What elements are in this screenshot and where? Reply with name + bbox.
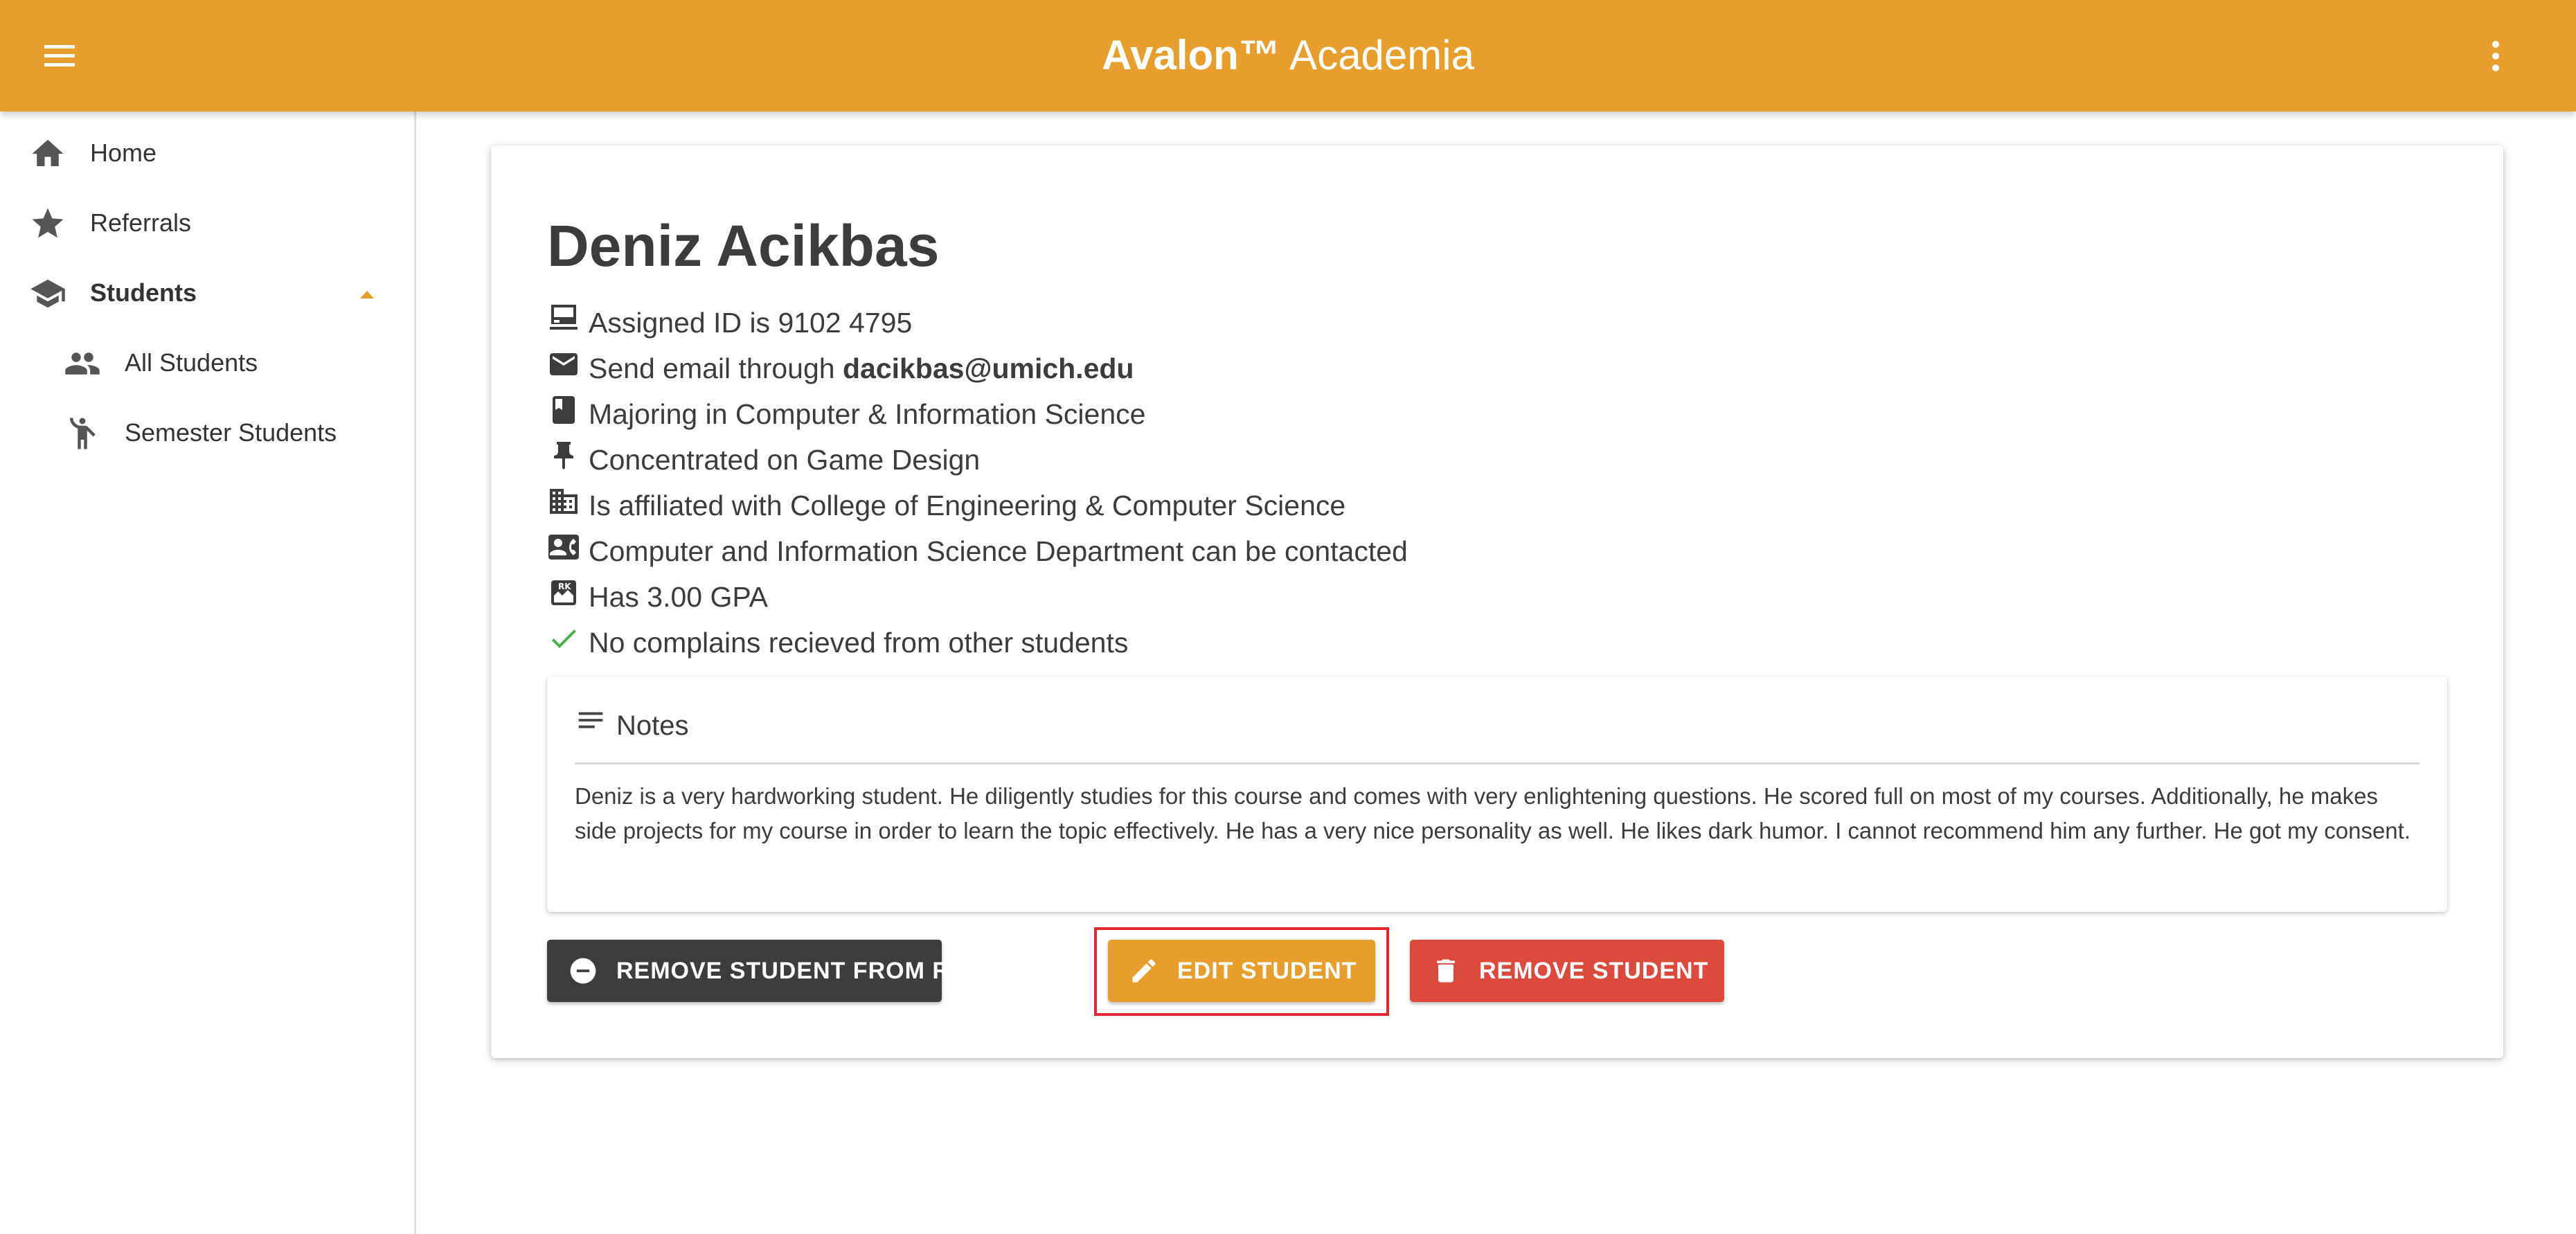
button-label: REMOVE STUDENT — [1479, 958, 1709, 984]
contact-card-icon — [547, 530, 580, 564]
sidebar-item-semester-students[interactable]: Semester Students — [0, 398, 414, 467]
star-icon — [29, 205, 66, 242]
building-icon — [547, 485, 580, 518]
info-text: Computer and Information Science Departm… — [589, 535, 1408, 567]
app-title-brand: Avalon™ — [1102, 32, 1280, 78]
sidebar-item-label: All Students — [125, 348, 258, 377]
app-bar: Avalon™ Academia — [0, 0, 2576, 111]
info-row-id: Assigned ID is 9102 4795 — [547, 301, 1932, 346]
info-text: Has 3.00 GPA — [589, 581, 769, 613]
notes-icon — [575, 704, 607, 736]
remove-from-referrals-button[interactable]: REMOVE STUDENT FROM REFERRALS — [547, 940, 1082, 1002]
button-label: EDIT STUDENT — [1177, 958, 1357, 984]
notes-panel: Notes Deniz is a very hardworking studen… — [547, 677, 2447, 912]
app-title: Avalon™ Academia — [0, 28, 2576, 83]
info-text: Is affiliated with College of Engineerin… — [589, 490, 1346, 521]
sidebar: Home Referrals Students All Students Sem… — [0, 111, 416, 1234]
email-prefix: Send email through — [589, 352, 843, 384]
remove-student-button[interactable]: REMOVE STUDENT — [1410, 940, 1724, 1002]
edit-student-button[interactable]: EDIT STUDENT — [1108, 940, 1375, 1002]
remove-circle-icon — [568, 956, 598, 986]
more-vertical-icon[interactable] — [2479, 35, 2512, 78]
svg-text:RK: RK — [558, 582, 571, 591]
student-name: Deniz Acikbas — [547, 213, 940, 278]
student-card: Deniz Acikbas Assigned ID is 9102 4795 S… — [491, 145, 2503, 1058]
sidebar-item-label: Students — [90, 278, 197, 307]
people-icon — [64, 345, 101, 382]
sidebar-item-label: Home — [90, 138, 157, 167]
info-row-major: Majoring in Computer & Information Scien… — [547, 392, 1932, 438]
info-text: Assigned ID is 9102 4795 — [589, 307, 913, 339]
notes-divider — [575, 762, 2420, 764]
app-title-rest: Academia — [1289, 32, 1474, 78]
info-text: No complains recieved from other student… — [589, 627, 1129, 659]
trash-icon — [1431, 956, 1461, 986]
book-icon — [547, 393, 580, 427]
pin-icon — [547, 439, 580, 472]
school-icon — [29, 275, 66, 312]
notes-title: Notes — [616, 710, 689, 741]
chevron-up-icon[interactable] — [359, 286, 375, 303]
sidebar-item-students[interactable]: Students — [0, 258, 414, 328]
info-row-department: Computer and Information Science Departm… — [547, 529, 1932, 575]
button-label: REMOVE STUDENT FROM REFERRALS — [616, 958, 1083, 984]
sidebar-item-label: Semester Students — [125, 418, 337, 447]
pencil-icon — [1129, 956, 1159, 986]
sidebar-item-label: Referrals — [90, 208, 192, 237]
sidebar-item-referrals[interactable]: Referrals — [0, 188, 414, 258]
info-row-college: Is affiliated with College of Engineerin… — [547, 483, 1932, 529]
info-row-concentration: Concentrated on Game Design — [547, 438, 1932, 483]
info-row-complaints: No complains recieved from other student… — [547, 620, 1932, 666]
check-icon — [547, 622, 580, 655]
info-row-gpa: RK Has 3.00 GPA — [547, 575, 1932, 620]
id-card-icon — [547, 302, 580, 335]
info-row-email: Send email through dacikbas@umich.edu — [547, 346, 1932, 392]
notes-body: Deniz is a very hardworking student. He … — [575, 783, 2410, 843]
sidebar-item-all-students[interactable]: All Students — [0, 328, 414, 397]
home-icon — [29, 135, 66, 172]
sidebar-item-home[interactable]: Home — [0, 118, 414, 188]
email-link[interactable]: dacikbas@umich.edu — [843, 352, 1134, 384]
grade-icon: RK — [547, 576, 580, 609]
email-icon — [547, 348, 580, 381]
info-text: Send email through dacikbas@umich.edu — [589, 349, 1134, 388]
info-text: Majoring in Computer & Information Scien… — [589, 398, 1146, 430]
info-text: Concentrated on Game Design — [589, 444, 981, 476]
person-walking-icon — [64, 415, 101, 452]
